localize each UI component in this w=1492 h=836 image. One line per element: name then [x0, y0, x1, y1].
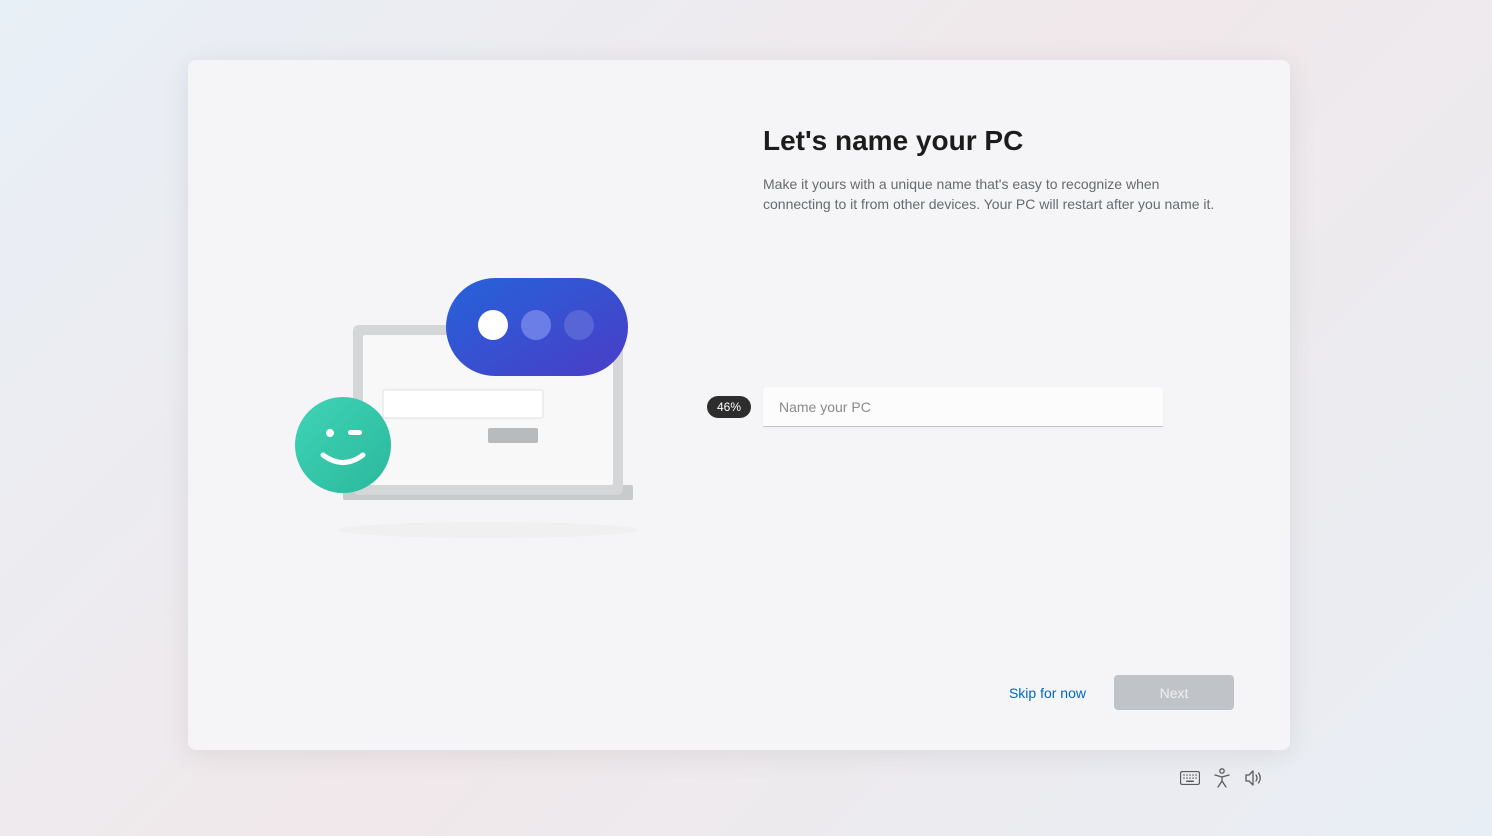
volume-icon[interactable] — [1244, 768, 1264, 788]
pc-name-illustration — [288, 270, 688, 550]
content-area: Let's name your PC Make it yours with a … — [763, 125, 1223, 214]
page-title: Let's name your PC — [763, 125, 1223, 157]
system-tray — [1180, 768, 1264, 788]
input-wrapper — [763, 387, 1163, 427]
footer-buttons: Skip for now Next — [1009, 675, 1234, 710]
keyboard-icon[interactable] — [1180, 768, 1200, 788]
page-description: Make it yours with a unique name that's … — [763, 175, 1223, 214]
pc-name-input[interactable] — [763, 387, 1163, 427]
progress-badge: 46% — [707, 396, 751, 418]
next-button[interactable]: Next — [1114, 675, 1234, 710]
accessibility-icon[interactable] — [1212, 768, 1232, 788]
skip-link[interactable]: Skip for now — [1009, 685, 1086, 701]
setup-card: Let's name your PC Make it yours with a … — [188, 60, 1290, 750]
